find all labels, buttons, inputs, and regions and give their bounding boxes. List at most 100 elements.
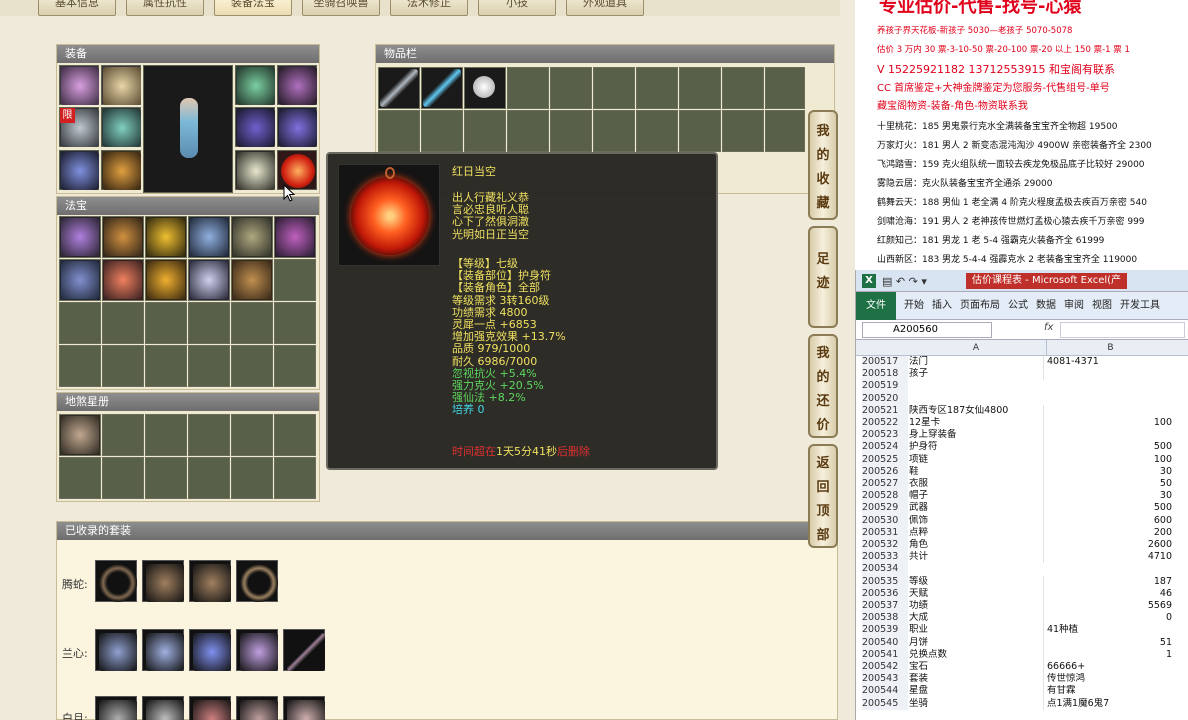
tab-mounts[interactable]: 坐骑召唤兽 (302, 0, 380, 16)
ribbon-tab-data[interactable]: 数据 (1036, 300, 1056, 311)
cell-a[interactable]: 宝石 (908, 661, 1044, 674)
equip-slot-5[interactable]: 限 (59, 107, 99, 147)
my-counteroffer-button[interactable]: 我的还价 (808, 334, 838, 438)
cell-a[interactable]: 职业 (908, 624, 1044, 637)
row-number[interactable]: 200528 (862, 490, 908, 503)
tab-attributes[interactable]: 属性抗性 (126, 0, 204, 16)
suit-tengshe-piece-3[interactable] (189, 560, 231, 602)
cell-a[interactable]: 陕西专区187女仙4800 (908, 404, 1044, 417)
suit-lanxin-piece-4[interactable] (236, 629, 278, 671)
equip-slot-4[interactable] (277, 65, 317, 105)
earth-slot-2[interactable] (102, 414, 144, 456)
cell-a[interactable]: 佩饰 (908, 514, 1044, 527)
inventory-slot-12[interactable] (421, 110, 463, 152)
inventory-slot-15[interactable] (550, 110, 592, 152)
cell-a[interactable]: 法门 (908, 356, 1044, 369)
suit-baiyue-piece-3[interactable] (189, 696, 231, 720)
inventory-slot-6[interactable] (593, 67, 635, 109)
spreadsheet-row[interactable]: 200537 功绩 5569 (856, 600, 1188, 613)
tab-spells[interactable]: 法术修正 (390, 0, 468, 16)
treasure-slot-3[interactable] (145, 216, 187, 258)
cell-a[interactable]: 护身符 (908, 441, 1044, 454)
spreadsheet-row[interactable]: 200526 鞋 30 (856, 465, 1188, 478)
spreadsheet-row[interactable]: 200525 项链 100 (856, 453, 1188, 466)
row-number[interactable]: 200525 (862, 453, 908, 466)
spreadsheet-row[interactable]: 200521 陕西专区187女仙4800 (856, 404, 1188, 417)
cell-b[interactable]: 51 (1046, 637, 1174, 649)
row-number[interactable]: 200532 (862, 539, 908, 552)
cell-a[interactable]: 12星卡 (908, 417, 1044, 430)
suit-baiyue-piece-5[interactable] (283, 696, 325, 720)
row-number[interactable]: 200536 (862, 587, 908, 600)
treasure-slot-14[interactable] (102, 302, 144, 344)
spreadsheet-row[interactable]: 200544 星盘 有甘霖 (856, 685, 1188, 698)
row-number[interactable]: 200518 (862, 368, 908, 381)
row-number[interactable]: 200537 (862, 600, 908, 613)
spreadsheet-row[interactable]: 200519 (856, 380, 1188, 393)
name-box[interactable]: A200560 (862, 322, 992, 338)
cell-a[interactable]: 等级 (908, 575, 1044, 588)
equip-slot-10[interactable] (101, 150, 141, 190)
ribbon-tab-insert[interactable]: 插入 (932, 300, 952, 311)
earth-slot-5[interactable] (231, 414, 273, 456)
earth-slot-1[interactable] (59, 414, 101, 456)
treasure-slot-4[interactable] (188, 216, 230, 258)
treasure-slot-12[interactable] (274, 259, 316, 301)
cell-b[interactable]: 5569 (1046, 600, 1174, 612)
footprints-button[interactable]: 足迹 (808, 226, 838, 328)
suit-tengshe-piece-1[interactable] (95, 560, 137, 602)
row-number[interactable]: 200519 (862, 380, 908, 393)
cell-b[interactable]: 187 (1046, 576, 1174, 588)
cell-a[interactable]: 功绩 (908, 600, 1044, 613)
treasure-slot-21[interactable] (145, 345, 187, 387)
ribbon-tab-developer[interactable]: 开发工具 (1120, 300, 1160, 311)
cell-b[interactable]: 4081-4371 (1046, 356, 1174, 368)
spreadsheet-row[interactable]: 200527 衣服 50 (856, 478, 1188, 491)
inventory-slot-20[interactable] (765, 110, 805, 152)
cell-b[interactable]: 30 (1046, 466, 1174, 478)
formula-input[interactable] (1060, 322, 1185, 338)
spreadsheet-row[interactable]: 200540 月饼 51 (856, 636, 1188, 649)
spreadsheet-row[interactable]: 200535 等级 187 (856, 575, 1188, 588)
cell-a[interactable]: 坐骑 (908, 697, 1044, 710)
spreadsheet-row[interactable]: 200533 共计 4710 (856, 551, 1188, 564)
row-number[interactable]: 200539 (862, 624, 908, 637)
earth-slot-11[interactable] (231, 457, 273, 499)
cell-a[interactable]: 套装 (908, 673, 1044, 686)
earth-slot-3[interactable] (145, 414, 187, 456)
cell-b[interactable]: 100 (1046, 417, 1174, 429)
suit-lanxin-piece-1[interactable] (95, 629, 137, 671)
row-number[interactable]: 200530 (862, 514, 908, 527)
inventory-slot-5[interactable] (550, 67, 592, 109)
treasure-slot-19[interactable] (59, 345, 101, 387)
inventory-slot-17[interactable] (636, 110, 678, 152)
row-number[interactable]: 200517 (862, 356, 908, 369)
treasure-slot-5[interactable] (231, 216, 273, 258)
cell-a[interactable]: 帽子 (908, 490, 1044, 503)
spreadsheet-row[interactable]: 200529 武器 500 (856, 502, 1188, 515)
spreadsheet-row[interactable]: 200522 12星卡 100 (856, 417, 1188, 430)
cell-b[interactable]: 有甘霖 (1046, 685, 1174, 697)
back-to-top-button[interactable]: 返回顶部 (808, 444, 838, 548)
row-number[interactable]: 200541 (862, 648, 908, 661)
cell-b[interactable]: 200 (1046, 527, 1174, 539)
treasure-slot-10[interactable] (188, 259, 230, 301)
treasure-slot-6[interactable] (274, 216, 316, 258)
cell-b[interactable]: 30 (1046, 490, 1174, 502)
inventory-slot-4[interactable] (507, 67, 549, 109)
inventory-slot-19[interactable] (722, 110, 764, 152)
cell-b[interactable]: 4710 (1046, 551, 1174, 563)
treasure-slot-16[interactable] (188, 302, 230, 344)
cell-a[interactable]: 项链 (908, 453, 1044, 466)
inventory-slot-9[interactable] (722, 67, 764, 109)
row-number[interactable]: 200533 (862, 551, 908, 564)
spreadsheet-row[interactable]: 200518 孩子 (856, 368, 1188, 381)
inventory-slot-7[interactable] (636, 67, 678, 109)
equip-slot-8[interactable] (277, 107, 317, 147)
tab-basic-info[interactable]: 基本信息 (38, 0, 116, 16)
inventory-slot-18[interactable] (679, 110, 721, 152)
spreadsheet-row[interactable]: 200523 身上穿装备 (856, 429, 1188, 442)
spreadsheet-row[interactable]: 200536 天赋 46 (856, 587, 1188, 600)
treasure-slot-2[interactable] (102, 216, 144, 258)
cell-a[interactable]: 武器 (908, 502, 1044, 515)
